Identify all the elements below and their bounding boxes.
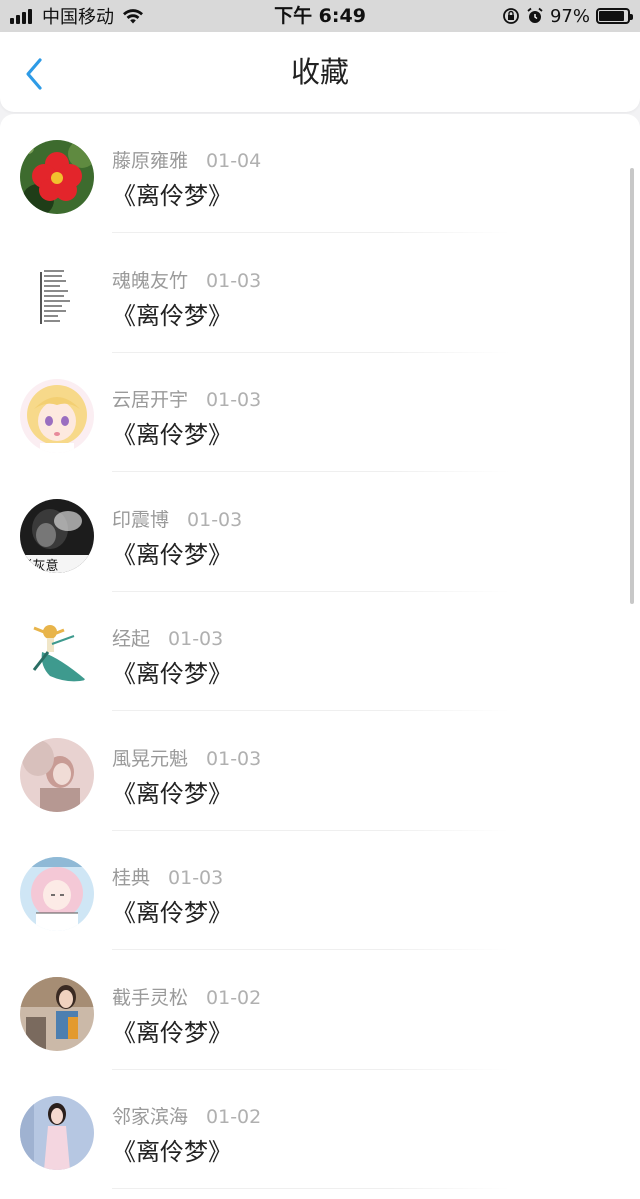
item-date: 01-04 bbox=[206, 150, 262, 172]
avatar[interactable] bbox=[20, 259, 94, 334]
item-meta: 魂魄友竹 01-03 bbox=[112, 266, 261, 293]
item-date: 01-03 bbox=[206, 389, 262, 411]
item-date: 01-03 bbox=[206, 269, 262, 292]
page-title: 收藏 bbox=[290, 55, 349, 89]
author-name[interactable]: 邻家滨海 bbox=[112, 1106, 188, 1128]
wifi-icon bbox=[123, 9, 143, 24]
avatar[interactable] bbox=[20, 379, 94, 453]
list-item[interactable]: 風晃元魁 01-03 《离伶梦》 bbox=[0, 712, 640, 831]
alarm-icon bbox=[527, 7, 543, 23]
item-date: 01-03 bbox=[206, 747, 262, 770]
item-date: 01-02 bbox=[206, 1106, 262, 1128]
list-item[interactable]: 云居开宇 01-03 《离伶梦》 bbox=[0, 353, 640, 472]
status-right: 97% bbox=[502, 0, 633, 32]
avatar-image bbox=[20, 857, 94, 931]
item-title[interactable]: 《离伶梦》 bbox=[112, 654, 232, 689]
avatar-image bbox=[20, 737, 94, 812]
item-meta: 桂典 01-03 bbox=[112, 863, 223, 890]
author-name[interactable]: 風晃元魁 bbox=[112, 748, 188, 770]
list-item[interactable]: 桂典 01-03 《离伶梦》 bbox=[0, 831, 640, 950]
avatar[interactable] bbox=[20, 737, 94, 812]
avatar[interactable] bbox=[20, 1096, 94, 1170]
carrier-label: 中国移动 bbox=[42, 7, 114, 28]
item-meta: 藤原雍雅 01-04 bbox=[112, 146, 261, 173]
list-item[interactable]: 截手灵松 01-02 《离伶梦》 bbox=[0, 951, 640, 1070]
item-title[interactable]: 《离伶梦》 bbox=[112, 415, 232, 450]
signal-icon bbox=[10, 8, 34, 24]
item-title[interactable]: 《离伶梦》 bbox=[112, 1132, 232, 1167]
author-name[interactable]: 印震博 bbox=[112, 509, 169, 531]
item-title[interactable]: 《离伶梦》 bbox=[112, 296, 232, 331]
item-meta: 经起 01-03 bbox=[112, 624, 223, 651]
author-name[interactable]: 经起 bbox=[112, 628, 150, 650]
avatar-image bbox=[20, 259, 94, 334]
chevron-left-icon bbox=[26, 58, 42, 90]
author-name[interactable]: 截手灵松 bbox=[112, 987, 188, 1009]
nav-bar: 收藏 bbox=[0, 32, 640, 112]
screen: 中国移动 下午 6:49 97% 收藏 藤原雍雅 01-04 《离伶梦》 魂魄友… bbox=[0, 0, 640, 1199]
item-date: 01-02 bbox=[206, 986, 262, 1009]
avatar-image bbox=[20, 379, 94, 453]
battery-percent: 97% bbox=[549, 5, 590, 27]
avatar-image bbox=[20, 140, 94, 214]
list-item[interactable]: 经起 01-03 《离伶梦》 bbox=[0, 592, 640, 711]
item-title[interactable]: 《离伶梦》 bbox=[112, 176, 232, 211]
avatar[interactable] bbox=[20, 140, 94, 214]
item-title[interactable]: 《离伶梦》 bbox=[112, 1013, 232, 1048]
item-meta: 印震博 01-03 bbox=[112, 505, 242, 532]
avatar[interactable] bbox=[20, 618, 94, 692]
item-meta: 風晃元魁 01-03 bbox=[112, 744, 261, 771]
favorites-list[interactable]: 藤原雍雅 01-04 《离伶梦》 魂魄友竹 01-03 《离伶梦》 云居开宇 01-03 《离伶… bbox=[0, 114, 640, 1199]
divider bbox=[112, 1188, 510, 1189]
avatar[interactable] bbox=[20, 976, 94, 1051]
avatar-image bbox=[20, 976, 94, 1051]
item-title[interactable]: 《离伶梦》 bbox=[112, 893, 232, 928]
item-date: 01-03 bbox=[187, 508, 243, 531]
item-meta: 云居开宇 01-03 bbox=[112, 385, 261, 412]
status-left: 中国移动 bbox=[10, 0, 144, 32]
battery-icon bbox=[596, 8, 633, 24]
author-name[interactable]: 魂魄友竹 bbox=[112, 270, 188, 292]
item-title[interactable]: 《离伶梦》 bbox=[112, 774, 232, 809]
list-item[interactable]: ˇ灰意 印震博 01-03 《离伶梦》 bbox=[0, 473, 640, 592]
item-date: 01-03 bbox=[168, 867, 224, 889]
list-item[interactable]: 邻家滨海 01-02 《离伶梦》 bbox=[0, 1070, 640, 1189]
item-date: 01-03 bbox=[168, 628, 224, 650]
list-item[interactable]: 魂魄友竹 01-03 《离伶梦》 bbox=[0, 234, 640, 353]
avatar[interactable] bbox=[20, 857, 94, 931]
item-title[interactable]: 《离伶梦》 bbox=[112, 535, 232, 570]
item-meta: 邻家滨海 01-02 bbox=[112, 1102, 261, 1129]
author-name[interactable]: 云居开宇 bbox=[112, 389, 188, 411]
author-name[interactable]: 桂典 bbox=[112, 867, 150, 889]
avatar-image: ˇ灰意 bbox=[20, 498, 94, 573]
item-meta: 截手灵松 01-02 bbox=[112, 983, 261, 1010]
author-name[interactable]: 藤原雍雅 bbox=[112, 150, 188, 172]
avatar-image bbox=[20, 618, 94, 692]
status-bar: 中国移动 下午 6:49 97% bbox=[0, 0, 640, 32]
list-item[interactable]: 藤原雍雅 01-04 《离伶梦》 bbox=[0, 114, 640, 233]
rotation-lock-icon bbox=[503, 8, 519, 24]
back-button[interactable] bbox=[16, 54, 52, 94]
avatar-image bbox=[20, 1096, 94, 1170]
svg-text:ˇ灰意: ˇ灰意 bbox=[26, 558, 59, 573]
avatar[interactable]: ˇ灰意 bbox=[20, 498, 94, 573]
